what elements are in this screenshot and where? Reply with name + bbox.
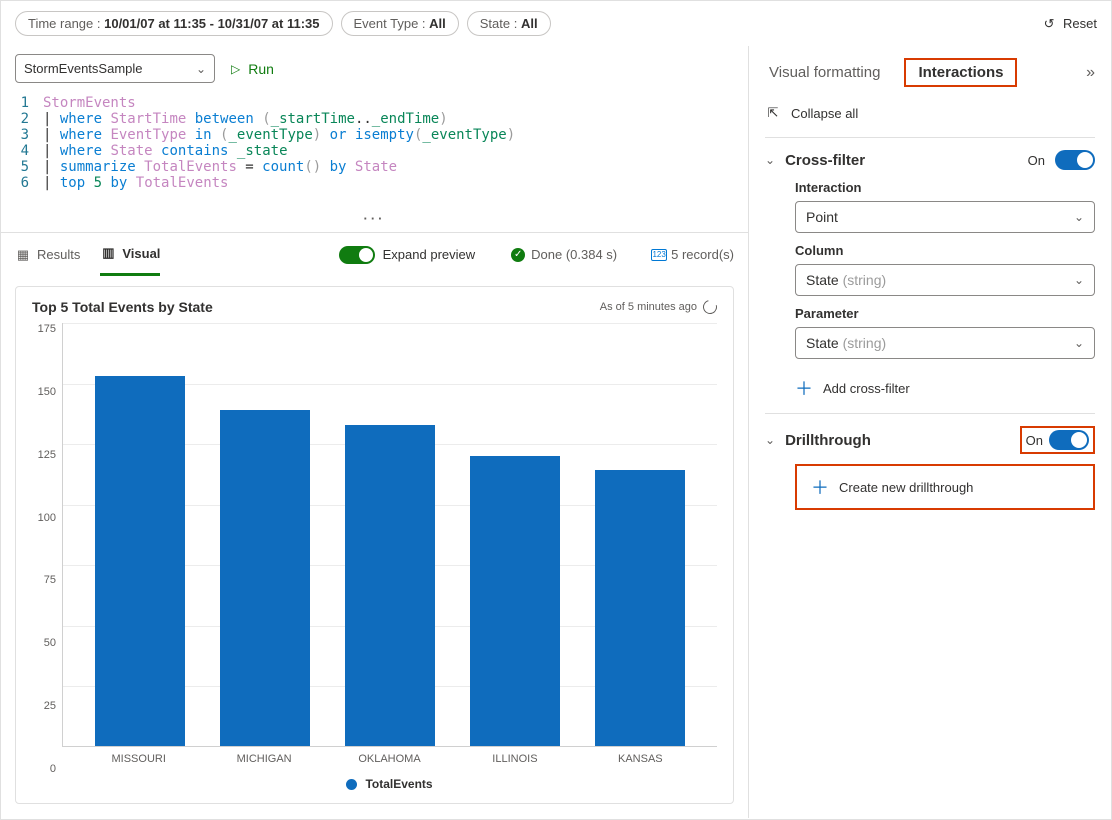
event-type-label: Event Type : — [354, 16, 430, 31]
bar-kansas[interactable] — [578, 323, 703, 746]
filter-bar: Time range : 10/01/07 at 11:35 - 10/31/0… — [1, 1, 1111, 46]
chevron-down-icon: ⌄ — [1074, 210, 1084, 224]
x-tick: KANSAS — [578, 753, 703, 765]
column-select[interactable]: State (string) ⌄ — [795, 264, 1095, 296]
parameter-value: State — [806, 335, 843, 351]
datasource-select[interactable]: StormEventsSample ⌄ — [15, 54, 215, 83]
table-icon: ▦ — [15, 247, 31, 263]
records-icon: 123 — [651, 249, 667, 261]
x-tick: ILLINOIS — [452, 753, 577, 765]
as-of-label: As of 5 minutes ago — [600, 301, 697, 313]
time-range-label: Time range : — [28, 16, 104, 31]
chevron-down-icon: ⌄ — [1074, 273, 1084, 287]
event-type-pill[interactable]: Event Type : All — [341, 11, 459, 36]
state-value: All — [521, 16, 538, 31]
gutter: 4 — [1, 143, 43, 159]
chevron-down-icon: ⌄ — [1074, 336, 1084, 350]
column-label: Column — [795, 243, 1095, 258]
interaction-select[interactable]: Point ⌄ — [795, 201, 1095, 233]
expand-preview-toggle[interactable] — [339, 246, 375, 264]
play-icon: ▷ — [231, 62, 240, 76]
chevron-down-icon: ⌄ — [196, 62, 206, 76]
bar-missouri[interactable] — [77, 323, 202, 746]
expand-preview-label: Expand preview — [383, 247, 476, 262]
add-cross-filter-label: Add cross-filter — [823, 381, 910, 396]
chart-legend: TotalEvents — [62, 765, 717, 795]
parameter-label: Parameter — [795, 306, 1095, 321]
drillthrough-toggle[interactable] — [1049, 430, 1089, 450]
x-tick: MICHIGAN — [201, 753, 326, 765]
drillthrough-title: Drillthrough — [785, 432, 1010, 449]
run-button[interactable]: ▷ Run — [231, 61, 274, 77]
cross-filter-on-label: On — [1028, 153, 1045, 168]
collapse-all-button[interactable]: ⇱ Collapse all — [765, 87, 1095, 131]
drillthrough-on-label: On — [1026, 433, 1043, 448]
y-axis: 175 150 125 100 75 50 25 0 — [32, 323, 62, 795]
collapse-all-label: Collapse all — [791, 106, 858, 121]
gutter: 3 — [1, 127, 43, 143]
reset-label: Reset — [1063, 16, 1097, 31]
tab-interactions[interactable]: Interactions — [904, 58, 1017, 87]
reset-button[interactable]: ↺ Reset — [1041, 16, 1097, 32]
records-label: 5 record(s) — [671, 247, 734, 262]
expand-panel-icon[interactable]: » — [1086, 64, 1095, 82]
tab-visual-formatting[interactable]: Visual formatting — [765, 58, 884, 87]
interaction-label: Interaction — [795, 180, 1095, 195]
gutter: 1 — [1, 95, 43, 111]
chart-icon: ▥ — [100, 245, 116, 261]
tab-visual-label: Visual — [122, 246, 160, 261]
cross-filter-toggle[interactable] — [1055, 150, 1095, 170]
tab-results-label: Results — [37, 247, 80, 262]
chevron-down-icon[interactable]: ⌄ — [765, 153, 775, 167]
datasource-value: StormEventsSample — [24, 61, 143, 76]
chart-card: Top 5 Total Events by State As of 5 minu… — [15, 286, 734, 804]
legend-label: TotalEvents — [365, 777, 432, 791]
bar-illinois[interactable] — [453, 323, 578, 746]
gutter: 6 — [1, 175, 43, 191]
query-editor[interactable]: 1 StormEvents 2 | where StartTime betwee… — [1, 89, 748, 209]
check-icon: ✓ — [511, 248, 525, 262]
gutter: 5 — [1, 159, 43, 175]
run-label: Run — [248, 61, 274, 77]
column-value: State — [806, 272, 843, 288]
refresh-icon[interactable] — [700, 297, 719, 316]
reset-icon: ↺ — [1041, 16, 1057, 32]
gutter: 2 — [1, 111, 43, 127]
chart-title: Top 5 Total Events by State — [32, 299, 213, 315]
resizer-handle[interactable]: ··· — [1, 209, 748, 232]
state-pill[interactable]: State : All — [467, 11, 551, 36]
plus-icon: ＋ — [795, 375, 813, 401]
parameter-select[interactable]: State (string) ⌄ — [795, 327, 1095, 359]
bar-oklahoma[interactable] — [327, 323, 452, 746]
bar-michigan[interactable] — [202, 323, 327, 746]
tab-visual[interactable]: ▥ Visual — [100, 233, 160, 276]
event-type-value: All — [429, 16, 446, 31]
x-tick: OKLAHOMA — [327, 753, 452, 765]
state-label: State : — [480, 16, 521, 31]
create-drillthrough-label: Create new drillthrough — [839, 480, 973, 495]
done-label: Done (0.384 s) — [531, 247, 617, 262]
plus-icon: ＋ — [811, 474, 829, 500]
x-axis: MISSOURIMICHIGANOKLAHOMAILLINOISKANSAS — [62, 747, 717, 765]
add-cross-filter-button[interactable]: ＋ Add cross-filter — [795, 369, 1095, 407]
collapse-icon: ⇱ — [765, 105, 781, 121]
legend-dot-icon — [346, 779, 357, 790]
chart-plot-area — [62, 323, 717, 747]
time-range-pill[interactable]: Time range : 10/01/07 at 11:35 - 10/31/0… — [15, 11, 333, 36]
interaction-value: Point — [806, 209, 838, 225]
cross-filter-title: Cross-filter — [785, 152, 1018, 169]
create-drillthrough-button[interactable]: ＋ Create new drillthrough — [795, 464, 1095, 510]
x-tick: MISSOURI — [76, 753, 201, 765]
time-range-value: 10/01/07 at 11:35 - 10/31/07 at 11:35 — [104, 16, 319, 31]
chevron-down-icon[interactable]: ⌄ — [765, 433, 775, 447]
tab-results[interactable]: ▦ Results — [15, 247, 80, 263]
